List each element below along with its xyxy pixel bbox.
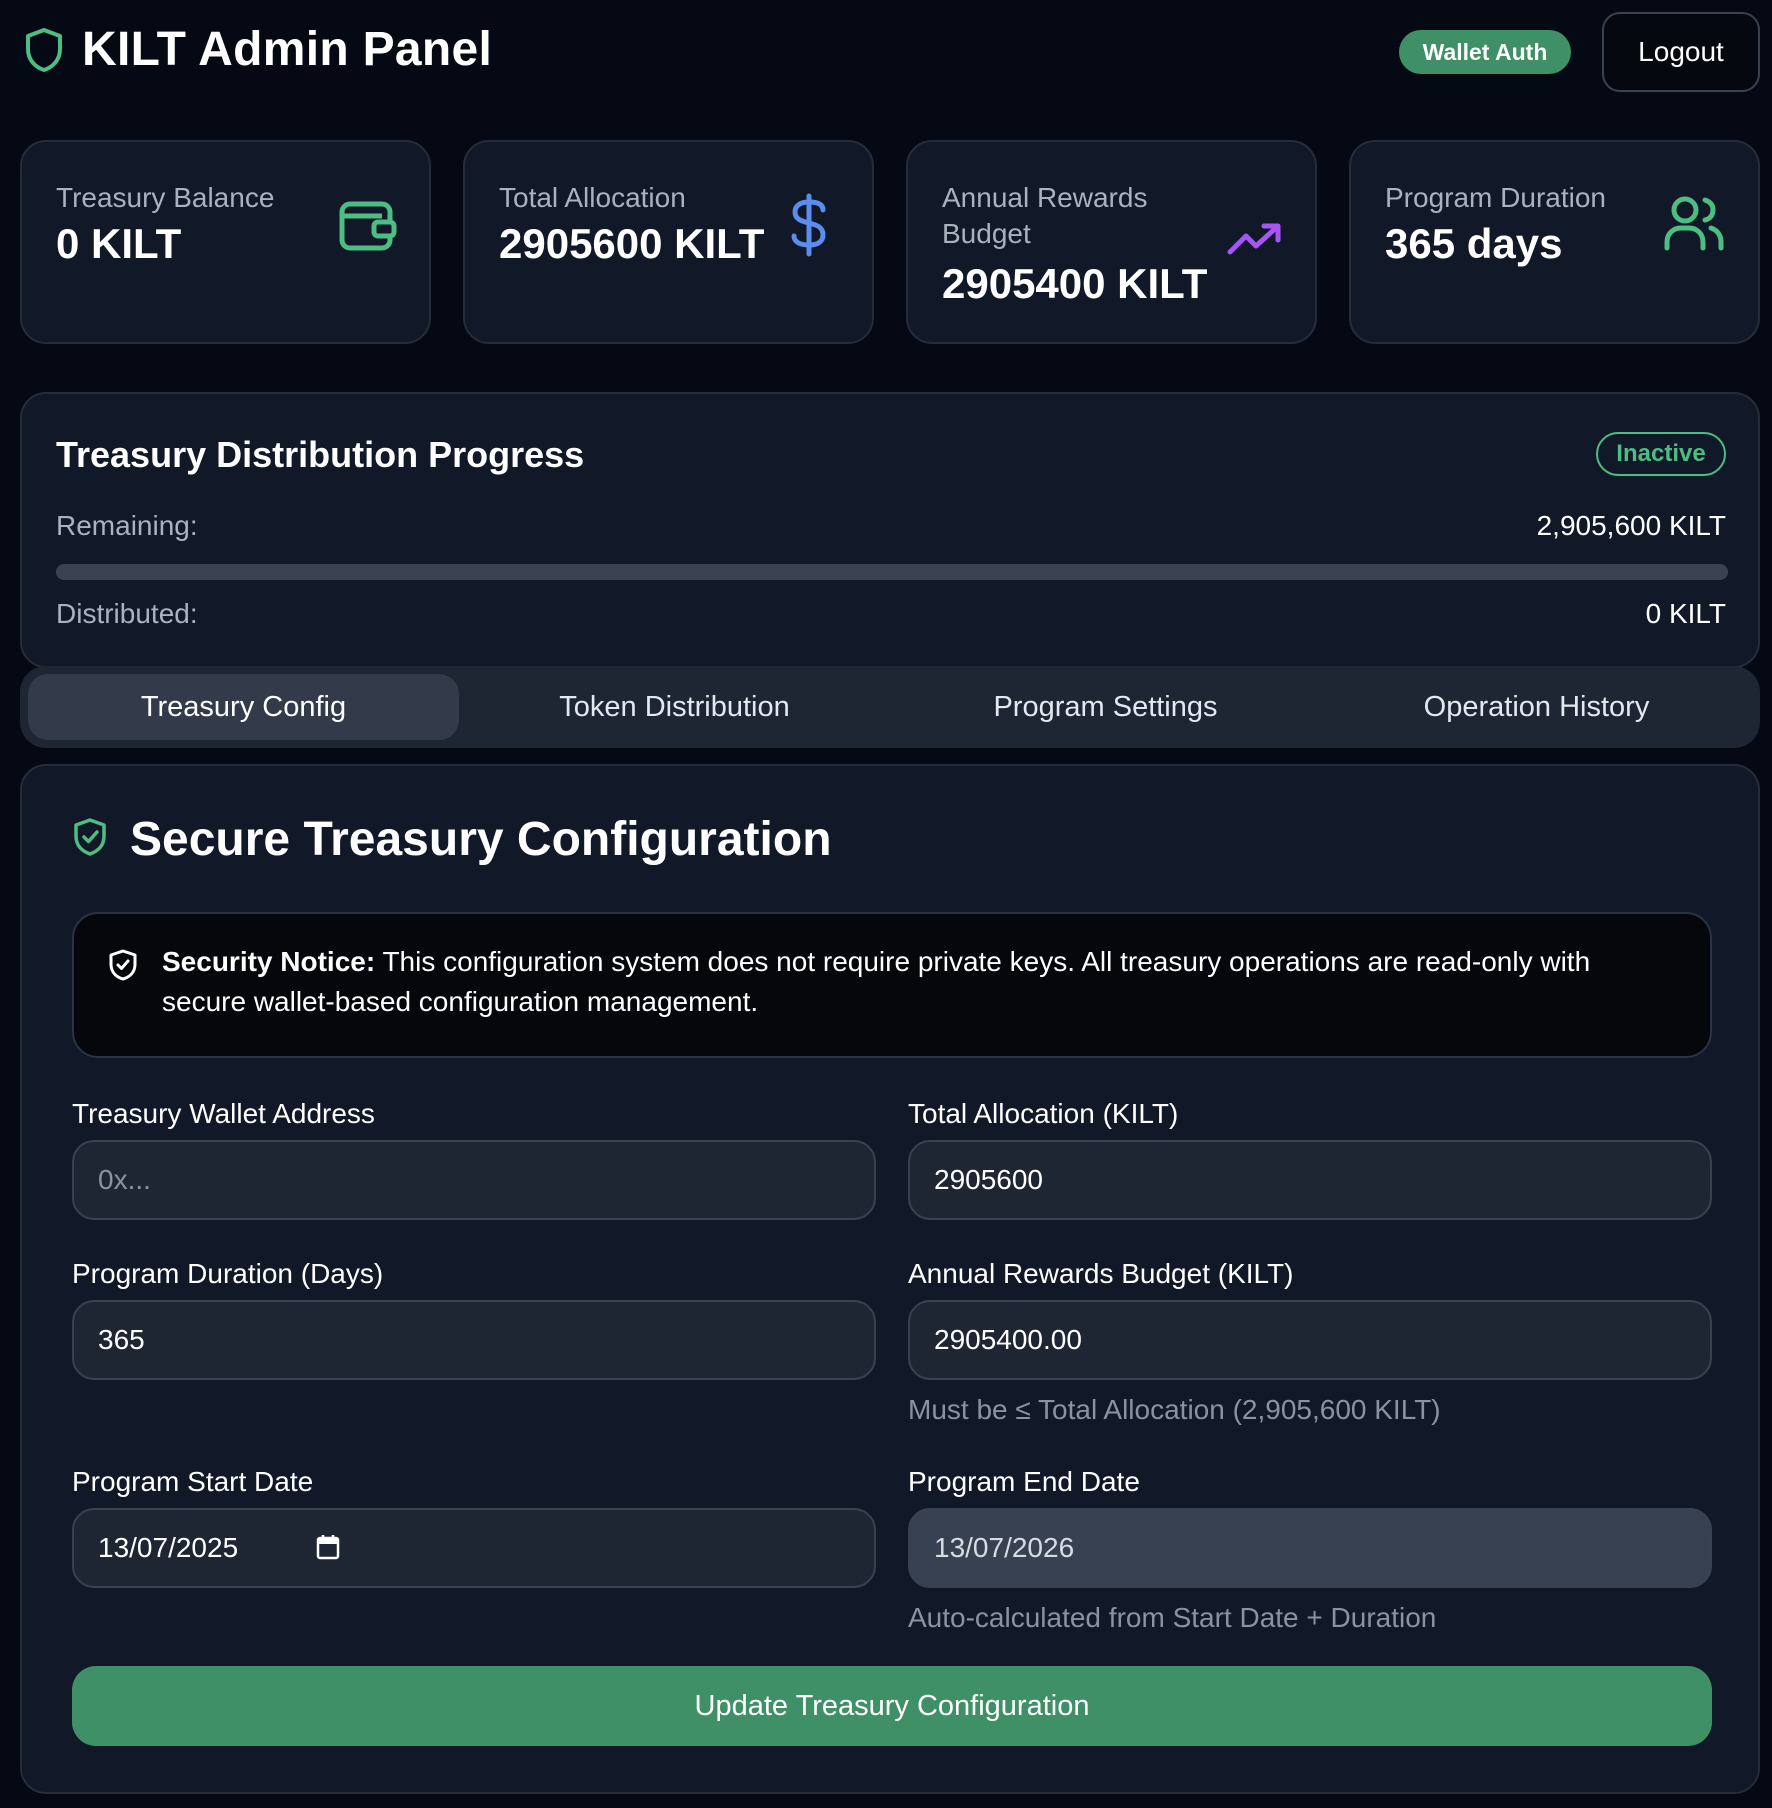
security-notice-heading: Security Notice: [162,946,376,977]
status-badge: Inactive [1596,432,1726,476]
wallet-address-input[interactable]: 0x... [72,1140,876,1220]
wallet-icon [338,198,398,259]
tab-token-distribution[interactable]: Token Distribution [459,674,890,740]
remaining-value: 2,905,600 KILT [1536,510,1726,541]
stat-label: Annual Rewards Budget [942,182,1148,249]
brand: KILT Admin Panel [24,22,492,77]
end-date-input: 13/07/2026 [908,1508,1712,1588]
duration-input[interactable]: 365 [72,1300,876,1380]
stat-value: 2905400 KILT [942,260,1208,307]
stat-value: 365 days [1385,220,1563,267]
stat-value: 2905600 KILT [499,220,765,267]
end-date-label: Program End Date [908,1466,1140,1497]
stat-label: Total Allocation [499,182,686,213]
header: KILT Admin Panel Wallet Auth Logout [0,0,1772,110]
logout-button[interactable]: Logout [1602,12,1760,92]
total-allocation-input[interactable]: 2905600 [908,1140,1712,1220]
stat-card-total-allocation: Total Allocation 2905600 KILT [463,140,874,344]
distributed-label: Distributed: [56,598,198,629]
stat-card-annual-rewards: Annual Rewards Budget 2905400 KILT [906,140,1317,344]
progress-title: Treasury Distribution Progress [56,434,585,475]
distribution-progress-card: Treasury Distribution Progress Inactive … [20,392,1760,668]
calendar-icon[interactable] [316,1534,340,1567]
dollar-icon [787,192,831,263]
trending-up-icon [1226,222,1284,263]
shield-check-icon [108,948,138,987]
start-date-value: 13/07/2025 [98,1532,239,1563]
annual-budget-hint: Must be ≤ Total Allocation (2,905,600 KI… [908,1394,1441,1425]
security-notice-text: Security Notice: This configuration syst… [162,942,1672,1022]
start-date-label: Program Start Date [72,1466,314,1497]
tab-treasury-config[interactable]: Treasury Config [28,674,459,740]
shield-check-icon [72,817,108,862]
shield-icon [24,27,64,73]
page-title: KILT Admin Panel [82,23,493,76]
stat-card-program-duration: Program Duration 365 days [1349,140,1760,344]
security-notice-body: This configuration system does not requi… [162,946,1591,1017]
users-icon [1663,194,1725,257]
wallet-address-label: Treasury Wallet Address [72,1098,375,1129]
tab-operation-history[interactable]: Operation History [1321,674,1752,740]
config-header: Secure Treasury Configuration [72,812,832,867]
config-title: Secure Treasury Configuration [130,813,832,866]
stat-value: 0 KILT [56,220,182,267]
end-date-hint: Auto-calculated from Start Date + Durati… [908,1602,1437,1633]
treasury-config-card: Secure Treasury Configuration Security N… [20,764,1760,1794]
stat-label: Treasury Balance [56,182,275,213]
annual-budget-label: Annual Rewards Budget (KILT) [908,1258,1294,1289]
wallet-auth-badge: Wallet Auth [1399,30,1571,74]
stat-card-treasury-balance: Treasury Balance 0 KILT [20,140,431,344]
start-date-input[interactable]: 13/07/2025 [72,1508,876,1588]
tab-bar: Treasury Config Token Distribution Progr… [20,666,1760,748]
tab-program-settings[interactable]: Program Settings [890,674,1321,740]
security-notice: Security Notice: This configuration syst… [72,912,1712,1058]
progress-bar [56,564,1728,580]
distributed-value: 0 KILT [1645,598,1726,629]
annual-budget-input[interactable]: 2905400.00 [908,1300,1712,1380]
remaining-label: Remaining: [56,510,198,541]
stat-label: Program Duration [1385,182,1606,213]
duration-label: Program Duration (Days) [72,1258,384,1289]
update-treasury-config-button[interactable]: Update Treasury Configuration [72,1666,1712,1746]
total-allocation-label: Total Allocation (KILT) [908,1098,1179,1129]
